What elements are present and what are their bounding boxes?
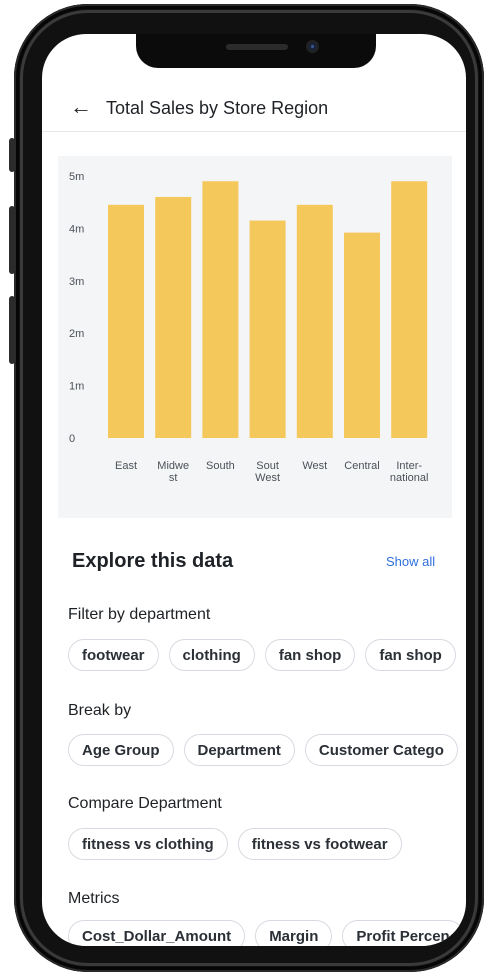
header: ← Total Sales by Store Region [42, 84, 466, 132]
x-tick-label: South [206, 460, 235, 472]
speaker-grille [226, 44, 288, 50]
chip-fitness-vs-clothing[interactable]: fitness vs clothing [68, 828, 228, 860]
bar-east[interactable] [108, 204, 144, 438]
compare-label: Compare Department [68, 795, 222, 812]
bar-south[interactable] [202, 181, 239, 439]
mute-switch [9, 138, 15, 172]
chip-customer-category[interactable]: Customer Catego [304, 734, 458, 766]
y-tick-label: 0 [69, 433, 75, 445]
bar-soutwest[interactable] [249, 220, 286, 438]
y-tick-label: 4m [69, 223, 84, 235]
chip-cost-dollar-amount[interactable]: Cost_Dollar_Amount [68, 920, 246, 946]
bar-chart: 0 1m 2m 3m 4m 5m East Midwe st South Sout West West C… [69, 171, 429, 484]
break-chips: Age Group Department Customer Catego [68, 734, 458, 766]
chip-profit-percent[interactable]: Profit Percen [342, 920, 464, 946]
metrics-chips: Cost_Dollar_Amount Margin Profit Percen [68, 920, 464, 946]
page-title: Total Sales by Store Region [106, 98, 329, 118]
volume-up-button [9, 206, 15, 274]
chip-margin[interactable]: Margin [255, 920, 333, 946]
explore-title: Explore this data [72, 550, 234, 572]
filter-label: Filter by department [68, 606, 211, 623]
camera-icon [306, 40, 319, 53]
y-tick-label: 1m [69, 381, 84, 393]
show-all-link[interactable]: Show all [386, 554, 435, 569]
y-tick-label: 5m [69, 171, 84, 183]
bar-central[interactable] [344, 232, 380, 438]
bar-chart-card: 0 1m 2m 3m 4m 5m East Midwe st South Sout West West C… [58, 156, 452, 518]
notch [136, 34, 376, 68]
chip-fan-shop[interactable]: fan shop [264, 639, 356, 671]
bar-midwest[interactable] [155, 196, 192, 438]
bar-west[interactable] [296, 204, 333, 438]
volume-down-button [9, 296, 15, 364]
x-tick-label: Inter-national [390, 460, 429, 484]
chip-fitness-vs-footwear[interactable]: fitness vs footwear [237, 828, 402, 860]
break-label: Break by [68, 702, 132, 719]
chip-fan-shop-2[interactable]: fan shop [365, 639, 456, 671]
x-tick-label: Central [344, 460, 379, 472]
phone-screen: ← Total Sales by Store Region 0 1m 2m 3m 4m 5… [42, 34, 466, 946]
chip-department[interactable]: Department [183, 734, 295, 766]
y-tick-label: 3m [69, 276, 84, 288]
y-tick-label: 2m [69, 328, 84, 340]
metrics-label: Metrics [68, 890, 120, 907]
x-tick-label: Midwe st [157, 460, 189, 484]
chip-clothing[interactable]: clothing [168, 639, 255, 671]
chip-footwear[interactable]: footwear [68, 639, 159, 671]
filter-chips: footwear clothing fan shop fan shop [68, 639, 456, 671]
chip-age-group[interactable]: Age Group [68, 734, 174, 766]
x-tick-label: West [302, 460, 327, 472]
x-tick-label: Sout West [255, 460, 280, 484]
bar-international[interactable] [391, 181, 428, 439]
arrow-left-icon[interactable]: ← [70, 96, 92, 118]
x-tick-label: East [115, 460, 137, 472]
compare-chips: fitness vs clothing fitness vs footwear [68, 828, 402, 860]
